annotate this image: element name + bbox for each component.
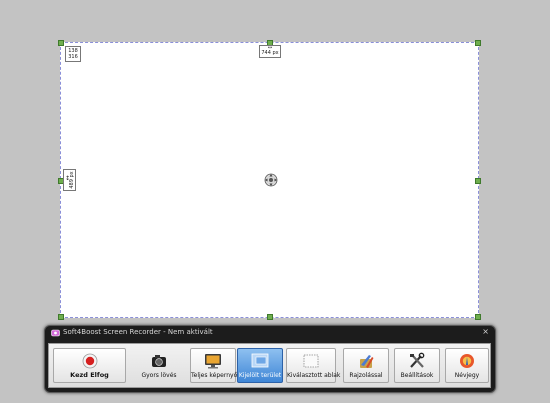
drawing-button[interactable]: Rajzolással	[343, 348, 389, 383]
resize-handle-top-left[interactable]	[58, 40, 64, 46]
about-icon	[460, 354, 474, 368]
close-button[interactable]: ×	[482, 327, 489, 337]
selected-area-button[interactable]: Kijelölt terület	[237, 348, 283, 383]
record-icon	[82, 353, 97, 369]
resize-handle-bottom-right[interactable]	[475, 314, 481, 320]
start-capture-button[interactable]: Kezd Elfog	[53, 348, 126, 383]
full-screen-label: Teljes képernyő	[191, 372, 238, 379]
about-label: Névjegy	[454, 372, 480, 379]
recorder-toolbar-window: Soft4Boost Screen Recorder - Nem aktivál…	[44, 325, 496, 393]
settings-button[interactable]: Beállítások	[394, 348, 440, 383]
quick-shot-label: Gyors lövés	[141, 372, 177, 379]
tools-icon	[410, 352, 425, 368]
region-icon	[251, 353, 269, 368]
width-label: ↔ 744 px	[259, 45, 281, 58]
window-select-icon	[303, 354, 319, 368]
paint-icon	[360, 355, 374, 368]
capture-region[interactable]: 138 316 ↔ 744 px ↕ 489 px	[58, 40, 481, 320]
title-bar[interactable]: Soft4Boost Screen Recorder - Nem aktivál…	[45, 326, 495, 340]
width-value: 744 px	[261, 50, 279, 56]
height-value: 489 px	[69, 171, 75, 189]
drawing-label: Rajzolással	[349, 372, 383, 379]
selected-area-label: Kijelölt terület	[238, 372, 282, 379]
app-logo-icon	[51, 329, 60, 337]
resize-handle-bottom[interactable]	[267, 314, 273, 320]
about-button[interactable]: Névjegy	[445, 348, 489, 383]
camera-icon	[152, 355, 166, 367]
move-crosshair-icon[interactable]	[264, 173, 278, 187]
settings-label: Beállítások	[400, 372, 434, 379]
height-label: ↕ 489 px	[63, 169, 76, 191]
resize-handle-bottom-left[interactable]	[58, 314, 64, 320]
resize-handle-top-right[interactable]	[475, 40, 481, 46]
full-screen-button[interactable]: Teljes képernyő	[190, 348, 238, 383]
offset-label: 138 316	[65, 46, 81, 62]
offset-y-value: 316	[68, 54, 78, 60]
quick-shot-button[interactable]: Gyors lövés	[129, 348, 189, 383]
selected-window-button[interactable]: Kiválasztott ablak	[286, 348, 341, 383]
start-capture-label: Kezd Elfog	[70, 371, 109, 379]
resize-handle-right[interactable]	[475, 178, 481, 184]
monitor-icon	[205, 354, 221, 369]
toolbar: Kezd Elfog Gyors lövés Teljes képernyő K…	[48, 343, 491, 388]
window-title: Soft4Boost Screen Recorder - Nem aktivál…	[63, 328, 213, 336]
selected-window-label: Kiválasztott ablak	[287, 372, 341, 379]
